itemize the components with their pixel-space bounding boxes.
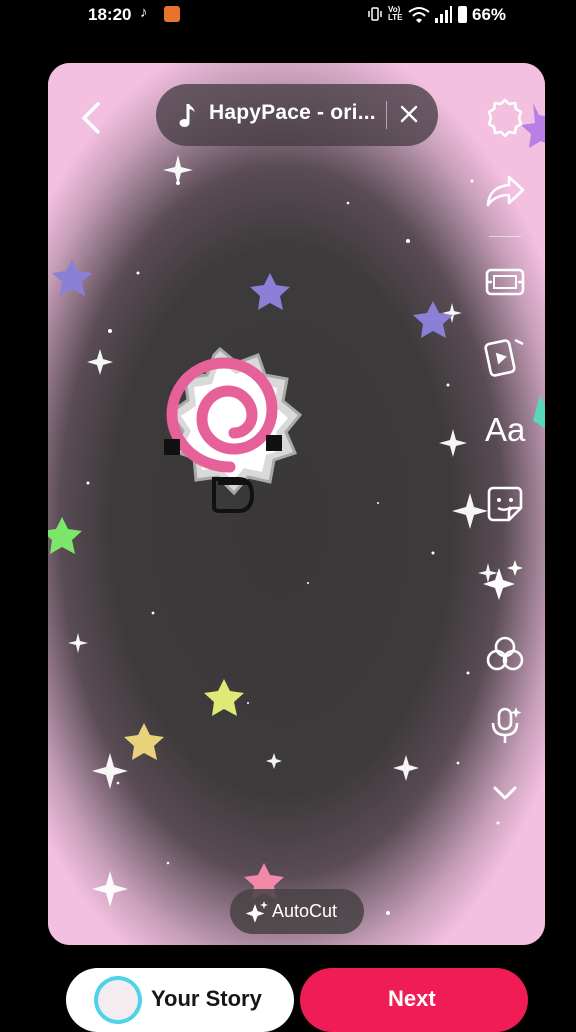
music-note-icon — [179, 104, 195, 127]
battery-percent: 66% — [472, 5, 507, 24]
remove-music-button[interactable] — [399, 104, 419, 124]
more-tools-button[interactable] — [483, 770, 527, 814]
sparkle-icon — [246, 901, 268, 922]
effects-icon — [483, 560, 523, 600]
share-icon — [486, 175, 525, 207]
settings-button[interactable] — [483, 96, 527, 140]
video-preview[interactable] — [48, 63, 545, 945]
naruto-sticker — [164, 346, 303, 513]
tiktok-icon: ♪ — [140, 4, 148, 21]
music-title[interactable]: HapyPace - ori... — [209, 101, 376, 125]
filters-icon — [486, 636, 524, 671]
chevron-down-icon — [493, 786, 517, 800]
toolbar-divider — [489, 236, 521, 237]
filters-button[interactable] — [483, 632, 527, 676]
signal-icon — [435, 6, 452, 23]
settings-icon — [487, 98, 523, 138]
battery-icon — [458, 6, 467, 23]
wifi-icon — [408, 7, 430, 23]
volte-icon: Vo) LTE — [388, 5, 403, 22]
status-bar: 18:20 ♪ Vo) LTE 66% — [0, 0, 576, 32]
sticker-icon — [487, 486, 523, 522]
back-button[interactable] — [78, 100, 104, 136]
templates-icon — [484, 338, 524, 377]
flip-button[interactable] — [483, 260, 527, 304]
sticker-button[interactable] — [483, 482, 527, 526]
app-notification-icon — [164, 6, 180, 22]
sparkle-decoration — [48, 103, 545, 915]
music-divider — [386, 101, 387, 129]
templates-button[interactable] — [483, 334, 527, 378]
text-tool[interactable]: Aa — [485, 411, 525, 449]
voice-icon — [491, 707, 522, 743]
next-label[interactable]: Next — [388, 986, 436, 1012]
avatar-image — [98, 980, 138, 1020]
your-story-label[interactable]: Your Story — [151, 986, 262, 1012]
effects-button[interactable] — [483, 556, 527, 600]
share-button[interactable] — [483, 169, 527, 213]
vibrate-icon — [368, 7, 382, 21]
voice-button[interactable] — [483, 703, 527, 747]
flip-icon — [485, 268, 525, 296]
status-time: 18:20 — [88, 5, 132, 24]
autocut-label[interactable]: AutoCut — [272, 901, 337, 922]
